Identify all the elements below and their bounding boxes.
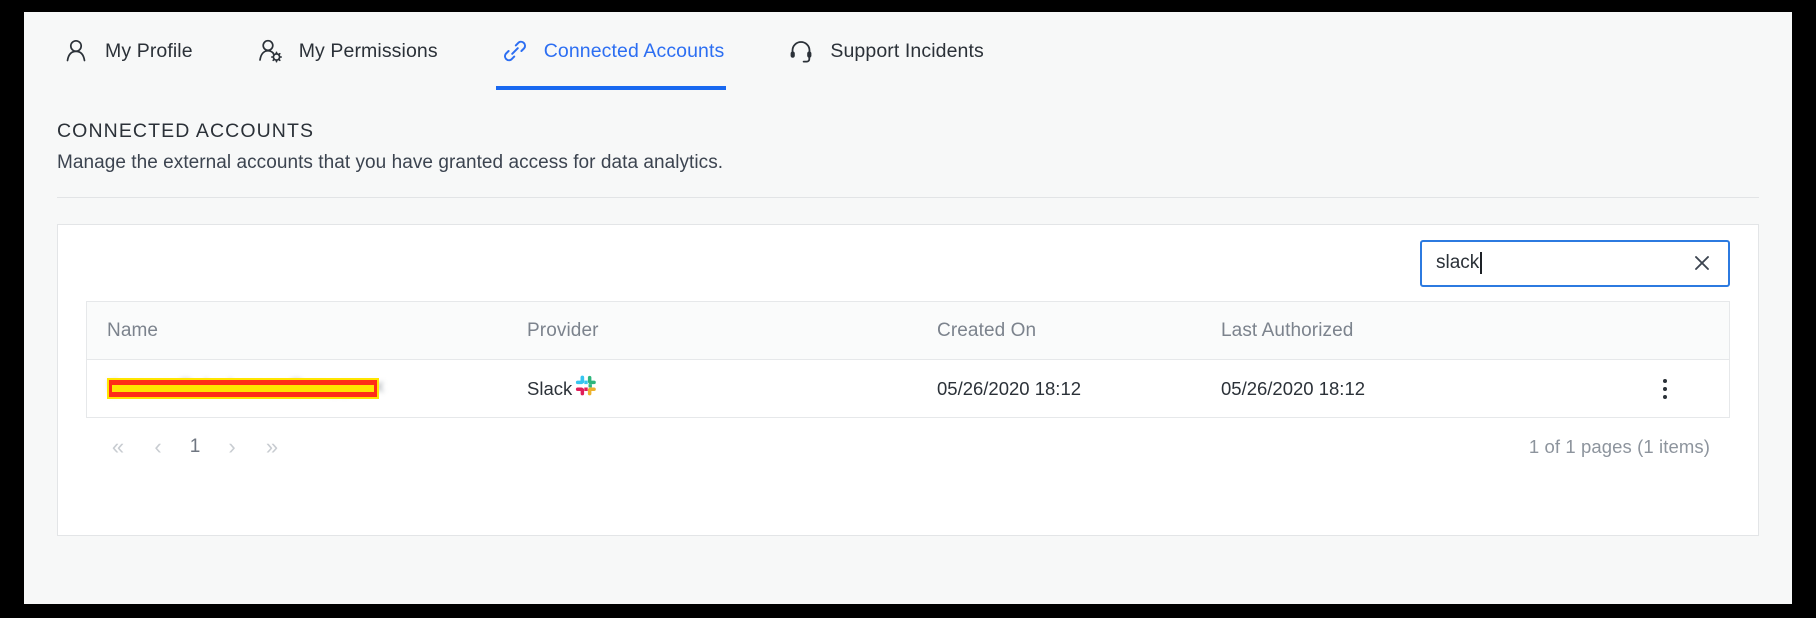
search-input-value: slack bbox=[1436, 252, 1688, 274]
table-header-row: Name Provider Created On Last Authorized bbox=[87, 302, 1729, 360]
redaction-bar bbox=[107, 378, 379, 399]
column-header-last-authorized[interactable]: Last Authorized bbox=[1201, 320, 1601, 342]
header-divider bbox=[57, 197, 1759, 198]
text-caret bbox=[1480, 252, 1482, 274]
person-gear-icon bbox=[253, 34, 287, 68]
app-window: My Profile My Permissions Connected Acco… bbox=[24, 12, 1792, 604]
tab-connected-accounts[interactable]: Connected Accounts bbox=[495, 12, 727, 90]
close-icon[interactable] bbox=[1688, 249, 1716, 277]
cell-last-authorized: 05/26/2020 18:12 bbox=[1221, 377, 1366, 399]
provider-label: Slack bbox=[527, 377, 573, 399]
card-toolbar: slack bbox=[58, 225, 1758, 301]
page-title: CONNECTED ACCOUNTS bbox=[57, 120, 315, 142]
pagination-summary: 1 of 1 pages (1 items) bbox=[1528, 436, 1710, 457]
tab-label: Support Incidents bbox=[830, 39, 984, 62]
tab-my-profile[interactable]: My Profile bbox=[57, 12, 195, 90]
tab-support-incidents[interactable]: Support Incidents bbox=[782, 12, 985, 90]
chain-link-icon bbox=[498, 34, 532, 68]
headset-icon bbox=[784, 34, 818, 68]
screen-frame: My Profile My Permissions Connected Acco… bbox=[0, 0, 1816, 618]
cell-name: tj.xxx.xx@slack.xx.xx@xx.gg.xxx bbox=[87, 369, 507, 409]
tab-my-permissions[interactable]: My Permissions bbox=[251, 12, 440, 90]
connected-accounts-card: slack Name Provider Created On Last Auth… bbox=[57, 224, 1759, 536]
kebab-menu-icon[interactable] bbox=[1648, 372, 1682, 406]
page-subtitle: Manage the external accounts that you ha… bbox=[57, 152, 724, 173]
search-text: slack bbox=[1436, 252, 1480, 273]
column-header-provider[interactable]: Provider bbox=[507, 320, 917, 342]
tab-label: My Permissions bbox=[298, 39, 438, 62]
kebab-dot bbox=[1663, 394, 1667, 399]
column-header-name[interactable]: Name bbox=[87, 320, 507, 342]
section-header: CONNECTED ACCOUNTS Manage the external a… bbox=[24, 90, 1792, 174]
tab-label: Connected Accounts bbox=[543, 39, 725, 62]
cell-provider: Slack bbox=[507, 374, 917, 403]
pagination: « ‹ 1 › » 1 of 1 pages (1 items) bbox=[86, 418, 1730, 476]
column-header-created-on[interactable]: Created On bbox=[917, 320, 1201, 342]
pagination-first-button[interactable]: « bbox=[98, 427, 138, 467]
pagination-controls: « ‹ 1 › » bbox=[98, 427, 292, 467]
kebab-dot bbox=[1663, 378, 1667, 383]
accounts-table: Name Provider Created On Last Authorized… bbox=[86, 301, 1730, 418]
cell-actions bbox=[1601, 372, 1729, 406]
table-row[interactable]: tj.xxx.xx@slack.xx.xx@xx.gg.xxx Slack bbox=[87, 360, 1729, 418]
tab-bar: My Profile My Permissions Connected Acco… bbox=[24, 12, 1792, 90]
kebab-dot bbox=[1663, 386, 1667, 391]
cell-created-on: 05/26/2020 18:12 bbox=[937, 377, 1082, 399]
pagination-next-button[interactable]: › bbox=[212, 427, 252, 467]
pagination-prev-button[interactable]: ‹ bbox=[138, 427, 178, 467]
person-icon bbox=[59, 34, 93, 68]
tab-label: My Profile bbox=[105, 39, 193, 62]
pagination-page-1[interactable]: 1 bbox=[178, 427, 212, 467]
search-input[interactable]: slack bbox=[1420, 239, 1730, 287]
pagination-last-button[interactable]: » bbox=[252, 427, 292, 467]
slack-logo-icon bbox=[574, 374, 598, 403]
redacted-name: tj.xxx.xx@slack.xx.xx@xx.gg.xxx bbox=[107, 369, 507, 409]
